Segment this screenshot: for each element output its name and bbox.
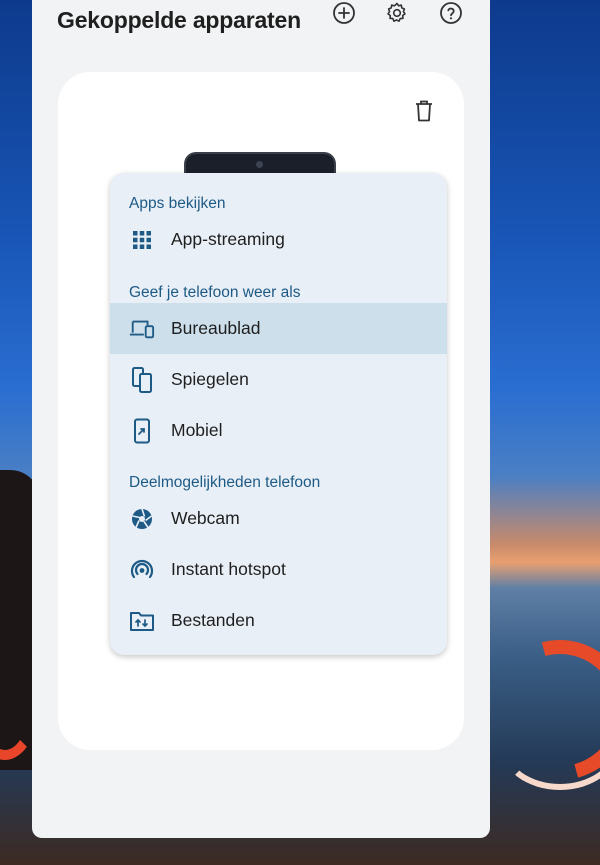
section-view-apps: Apps bekijken	[129, 195, 226, 212]
phone-camera	[256, 161, 263, 168]
page-title: Gekoppelde apparaten	[57, 6, 301, 33]
mirror-phones-icon	[129, 366, 155, 393]
menu-item-label: App-streaming	[171, 229, 285, 249]
plus-circle-icon	[333, 2, 355, 24]
question-circle-icon	[440, 2, 462, 24]
section-phone-sharing: Deelmogelijkheden telefoon	[129, 474, 321, 491]
menu-item-label: Instant hotspot	[171, 559, 286, 579]
section-display-as: Geef je telefoon weer als	[129, 284, 301, 301]
menu-item-instant-hotspot[interactable]: Instant hotspot	[110, 544, 447, 595]
grid-icon	[129, 227, 155, 253]
menu-item-label: Webcam	[171, 508, 240, 528]
wallpaper-light-trail-highlight	[500, 700, 600, 790]
phone-cast-icon	[129, 418, 155, 444]
menu-item-mirror[interactable]: Spiegelen	[110, 354, 447, 405]
hotspot-icon	[129, 557, 155, 583]
menu-item-label: Spiegelen	[171, 369, 249, 389]
phone-options-menu: Apps bekijken App-streaming Geef je tele…	[110, 173, 447, 655]
settings-button[interactable]	[382, 0, 412, 28]
add-device-button[interactable]	[329, 0, 359, 28]
menu-item-mobile[interactable]: Mobiel	[110, 405, 447, 456]
folder-transfer-icon	[129, 608, 155, 634]
aperture-icon	[129, 506, 155, 532]
menu-item-files[interactable]: Bestanden	[110, 595, 447, 646]
menu-item-label: Mobiel	[171, 420, 223, 440]
menu-item-label: Bureaublad	[171, 318, 261, 338]
laptop-phone-icon	[129, 316, 155, 342]
trash-icon	[416, 100, 432, 122]
delete-device-button[interactable]	[412, 98, 436, 124]
gear-icon	[387, 2, 406, 22]
menu-item-app-streaming[interactable]: App-streaming	[110, 214, 447, 265]
menu-item-webcam[interactable]: Webcam	[110, 493, 447, 544]
menu-item-label: Bestanden	[171, 610, 255, 630]
help-button[interactable]	[436, 0, 466, 28]
menu-item-desktop[interactable]: Bureaublad	[110, 303, 447, 354]
